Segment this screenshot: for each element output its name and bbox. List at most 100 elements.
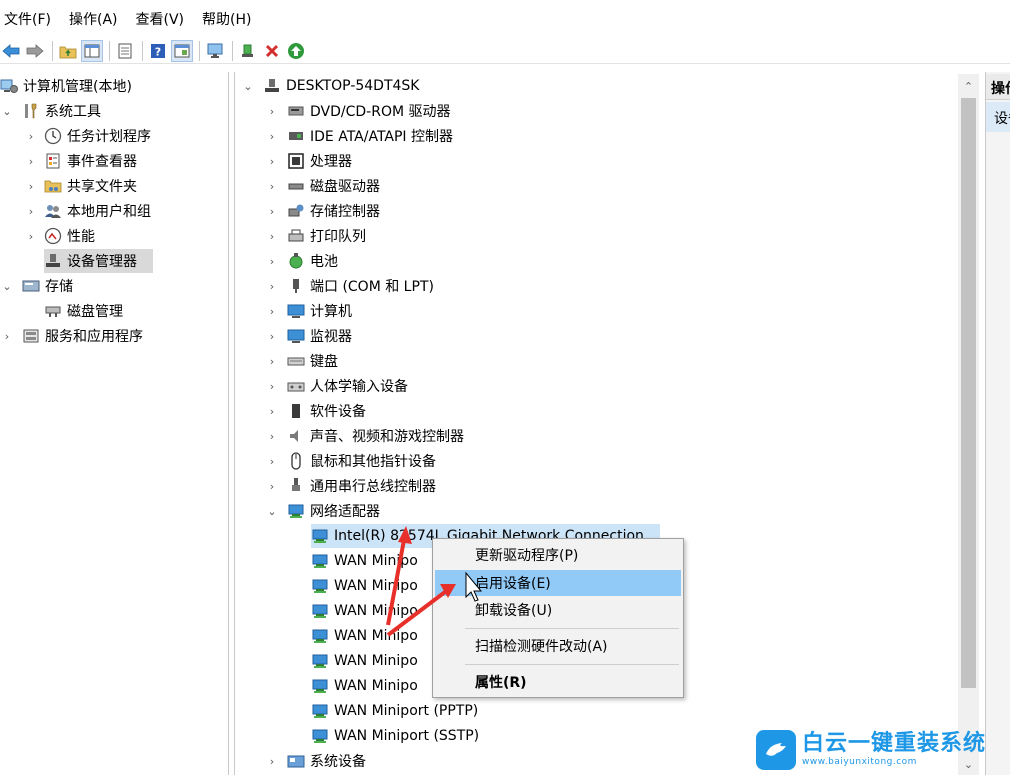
chevron-right-icon[interactable]: ›	[265, 349, 279, 373]
menu-view[interactable]: 查看(V)	[136, 9, 185, 29]
tree-device-manager[interactable]: 设备管理器	[44, 249, 153, 273]
device-category[interactable]: › DVD/CD-ROM 驱动器	[265, 99, 451, 123]
network-device[interactable]: WAN Minipo	[311, 649, 418, 673]
menu-action[interactable]: 操作(A)	[69, 9, 118, 29]
chevron-right-icon[interactable]: ›	[265, 324, 279, 348]
device-category[interactable]: › 打印队列	[265, 224, 366, 248]
device-category[interactable]: › 软件设备	[265, 399, 366, 423]
show-hide-tree-icon[interactable]	[81, 39, 103, 62]
tree-local-users[interactable]: › 本地用户和组	[24, 199, 151, 223]
network-device[interactable]: WAN Minipo	[311, 674, 418, 698]
tree-event-viewer[interactable]: › 事件查看器	[24, 149, 137, 173]
tree-disk-management[interactable]: 磁盘管理	[44, 299, 123, 323]
chevron-down-icon[interactable]: ⌄	[0, 274, 14, 298]
device-category-icon	[287, 277, 305, 295]
category-label: 电池	[310, 254, 338, 270]
network-device-label: WAN Minipo	[334, 578, 418, 594]
device-category[interactable]: › 处理器	[265, 149, 352, 173]
network-device-label: WAN Miniport (PPTP)	[334, 703, 479, 719]
vertical-scrollbar[interactable]: ⌃ ⌄	[958, 74, 979, 775]
scroll-thumb[interactable]	[961, 98, 976, 688]
chevron-right-icon[interactable]: ›	[265, 399, 279, 423]
chevron-right-icon[interactable]: ›	[24, 174, 38, 198]
device-category[interactable]: › 声音、视频和游戏控制器	[265, 424, 464, 448]
computer-management-icon	[0, 77, 18, 95]
chevron-right-icon[interactable]: ›	[265, 124, 279, 148]
chevron-right-icon[interactable]: ›	[265, 299, 279, 323]
device-category[interactable]: › 电池	[265, 249, 338, 273]
chevron-right-icon[interactable]: ›	[265, 249, 279, 273]
device-root[interactable]: ⌄ DESKTOP-54DT4SK	[241, 74, 419, 98]
chevron-down-icon[interactable]: ⌄	[0, 99, 14, 123]
actions-item[interactable]: 设备管理器	[986, 102, 1010, 132]
chevron-right-icon[interactable]: ›	[265, 199, 279, 223]
network-device[interactable]: WAN Minipo	[311, 599, 418, 623]
network-device[interactable]: WAN Minipo	[311, 574, 418, 598]
back-icon[interactable]	[0, 40, 22, 62]
device-category[interactable]: › 人体学输入设备	[265, 374, 408, 398]
category-network[interactable]: ⌄ 网络适配器	[265, 499, 380, 523]
menu-properties[interactable]: 属性(R)	[435, 669, 681, 695]
menu-help[interactable]: 帮助(H)	[202, 9, 251, 29]
network-device[interactable]: WAN Miniport (PPTP)	[311, 699, 478, 723]
chevron-right-icon[interactable]: ›	[24, 224, 38, 248]
menu-enable-device[interactable]: 启用设备(E)	[435, 570, 681, 596]
network-device[interactable]: WAN Minipo	[311, 549, 418, 573]
menu-file[interactable]: 文件(F)	[4, 9, 51, 29]
network-device-label: WAN Minipo	[334, 603, 418, 619]
enable-device-icon[interactable]	[285, 40, 307, 62]
tree-services[interactable]: › 服务和应用程序	[0, 324, 143, 348]
category-system-devices[interactable]: › 系统设备	[265, 749, 366, 773]
device-category[interactable]: › 监视器	[265, 324, 352, 348]
chevron-right-icon[interactable]: ›	[265, 149, 279, 173]
menu-uninstall-device[interactable]: 卸载设备(U)	[435, 597, 681, 623]
tree-system-tools[interactable]: ⌄ 系统工具	[0, 99, 101, 123]
chevron-right-icon[interactable]: ›	[265, 174, 279, 198]
scroll-up-icon[interactable]: ⌃	[958, 76, 979, 96]
help-icon[interactable]: ?	[147, 40, 169, 62]
menu-scan-hardware[interactable]: 扫描检测硬件改动(A)	[435, 633, 681, 659]
network-adapter-icon	[311, 552, 329, 570]
chevron-down-icon[interactable]: ⌄	[241, 74, 255, 98]
chevron-right-icon[interactable]: ›	[265, 274, 279, 298]
chevron-right-icon[interactable]: ›	[24, 149, 38, 173]
up-folder-icon[interactable]	[57, 40, 79, 62]
chevron-right-icon[interactable]: ›	[265, 474, 279, 498]
device-category[interactable]: › 存储控制器	[265, 199, 380, 223]
device-category[interactable]: › 通用串行总线控制器	[265, 474, 436, 498]
chevron-right-icon[interactable]: ›	[24, 124, 38, 148]
network-device[interactable]: WAN Miniport (SSTP)	[311, 724, 479, 748]
tree-storage[interactable]: ⌄ 存储	[0, 274, 73, 298]
chevron-down-icon[interactable]: ⌄	[265, 499, 279, 523]
device-category-icon	[287, 452, 305, 470]
properties-sheet-icon[interactable]	[114, 40, 136, 62]
device-category-icon	[287, 327, 305, 345]
chevron-right-icon[interactable]: ›	[24, 199, 38, 223]
chevron-right-icon[interactable]: ›	[0, 324, 14, 348]
network-device[interactable]: WAN Minipo	[311, 624, 418, 648]
uninstall-x-icon[interactable]	[261, 40, 283, 62]
device-category[interactable]: › IDE ATA/ATAPI 控制器	[265, 124, 453, 148]
chevron-right-icon[interactable]: ›	[265, 99, 279, 123]
forward-icon[interactable]	[24, 40, 46, 62]
menu-update-driver[interactable]: 更新驱动程序(P)	[435, 542, 681, 568]
chevron-right-icon[interactable]: ›	[265, 424, 279, 448]
tree-shared-folders[interactable]: › 共享文件夹	[24, 174, 137, 198]
device-category[interactable]: › 计算机	[265, 299, 352, 323]
update-driver-icon[interactable]	[237, 40, 259, 62]
chevron-right-icon[interactable]: ›	[265, 374, 279, 398]
tree-task-scheduler[interactable]: › 任务计划程序	[24, 124, 151, 148]
shared-folder-icon	[44, 177, 62, 195]
chevron-right-icon[interactable]: ›	[265, 749, 279, 773]
device-category[interactable]: › 端口 (COM 和 LPT)	[265, 274, 434, 298]
device-category[interactable]: › 磁盘驱动器	[265, 174, 380, 198]
device-category[interactable]: › 鼠标和其他指针设备	[265, 449, 436, 473]
monitor-icon[interactable]	[204, 40, 226, 62]
chevron-right-icon[interactable]: ›	[265, 224, 279, 248]
tree-root[interactable]: 计算机管理(本地)	[0, 74, 132, 98]
chevron-right-icon[interactable]: ›	[265, 449, 279, 473]
console-view-icon[interactable]	[171, 39, 193, 62]
tree-performance[interactable]: › 性能	[24, 224, 95, 248]
toolbar: ?	[0, 38, 1010, 64]
device-category[interactable]: › 键盘	[265, 349, 338, 373]
